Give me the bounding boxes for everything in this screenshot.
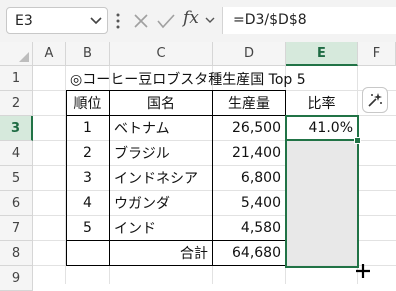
- cell-production[interactable]: 5,400: [213, 191, 285, 215]
- total-label[interactable]: 合計: [110, 241, 212, 265]
- cell-rank[interactable]: 3: [66, 166, 109, 190]
- cell-production[interactable]: 21,400: [213, 141, 285, 165]
- cell-rank[interactable]: 1: [66, 116, 109, 140]
- cell-country[interactable]: インド: [110, 216, 212, 240]
- name-box-value[interactable]: E3: [15, 13, 33, 29]
- header-ratio[interactable]: 比率: [286, 91, 357, 115]
- cell-rank[interactable]: 2: [66, 141, 109, 165]
- column-header-c[interactable]: C: [110, 42, 213, 66]
- select-all-corner[interactable]: [0, 42, 33, 66]
- cell-country[interactable]: ベトナム: [110, 116, 212, 140]
- selection-range: [285, 115, 359, 268]
- row-header-8[interactable]: 8: [0, 241, 33, 266]
- chevron-down-icon[interactable]: [89, 15, 103, 27]
- row-header-4[interactable]: 4: [0, 141, 33, 166]
- row-header-2[interactable]: 2: [0, 91, 33, 116]
- cell-rank[interactable]: 5: [66, 216, 109, 240]
- copilot-button[interactable]: [362, 87, 388, 113]
- header-country[interactable]: 国名: [110, 91, 212, 115]
- cell-production[interactable]: 26,500: [213, 116, 285, 140]
- column-header-d[interactable]: D: [213, 42, 286, 66]
- column-header-f[interactable]: F: [358, 42, 396, 66]
- table-border: [66, 265, 286, 266]
- name-box[interactable]: E3: [6, 7, 108, 34]
- active-cell-marker: [287, 139, 357, 141]
- cell-country[interactable]: インドネシア: [110, 166, 212, 190]
- plus-cursor-icon: [356, 264, 370, 278]
- more-options-icon[interactable]: [115, 12, 121, 30]
- header-rank[interactable]: 順位: [66, 91, 109, 115]
- insert-function-button[interactable]: fx: [183, 8, 199, 28]
- column-header-b[interactable]: B: [66, 42, 110, 66]
- select-all-triangle-icon: [19, 52, 29, 62]
- row-header-1[interactable]: 1: [0, 66, 33, 91]
- row-header-5[interactable]: 5: [0, 166, 33, 191]
- cell-production[interactable]: 4,580: [213, 216, 285, 240]
- cell-country[interactable]: ウガンダ: [110, 191, 212, 215]
- chevron-down-icon[interactable]: [205, 16, 215, 24]
- sheet-title[interactable]: ◎コーヒー豆ロブスタ種生産国 Top 5: [66, 66, 356, 91]
- column-header-e[interactable]: E: [286, 42, 358, 66]
- column-header-a[interactable]: A: [33, 42, 66, 66]
- cell-production[interactable]: 6,800: [213, 166, 285, 190]
- formula-text[interactable]: =D3/$D$8: [233, 12, 307, 28]
- cell-country[interactable]: ブラジル: [110, 141, 212, 165]
- copilot-sparkle-icon: [368, 93, 382, 107]
- formula-input[interactable]: =D3/$D$8: [222, 7, 396, 34]
- header-production[interactable]: 生産量: [213, 91, 285, 115]
- fill-handle[interactable]: [354, 137, 361, 144]
- row-header-6[interactable]: 6: [0, 191, 33, 216]
- cancel-icon[interactable]: [132, 12, 150, 30]
- total-value[interactable]: 64,680: [213, 241, 285, 265]
- cell-rank[interactable]: 4: [66, 191, 109, 215]
- row-header-9[interactable]: 9: [0, 266, 33, 291]
- formula-bar: E3 fx =D3/$D$8: [0, 0, 396, 42]
- row-header-3[interactable]: 3: [0, 116, 33, 141]
- row-header-7[interactable]: 7: [0, 216, 33, 241]
- enter-check-icon[interactable]: [156, 12, 176, 30]
